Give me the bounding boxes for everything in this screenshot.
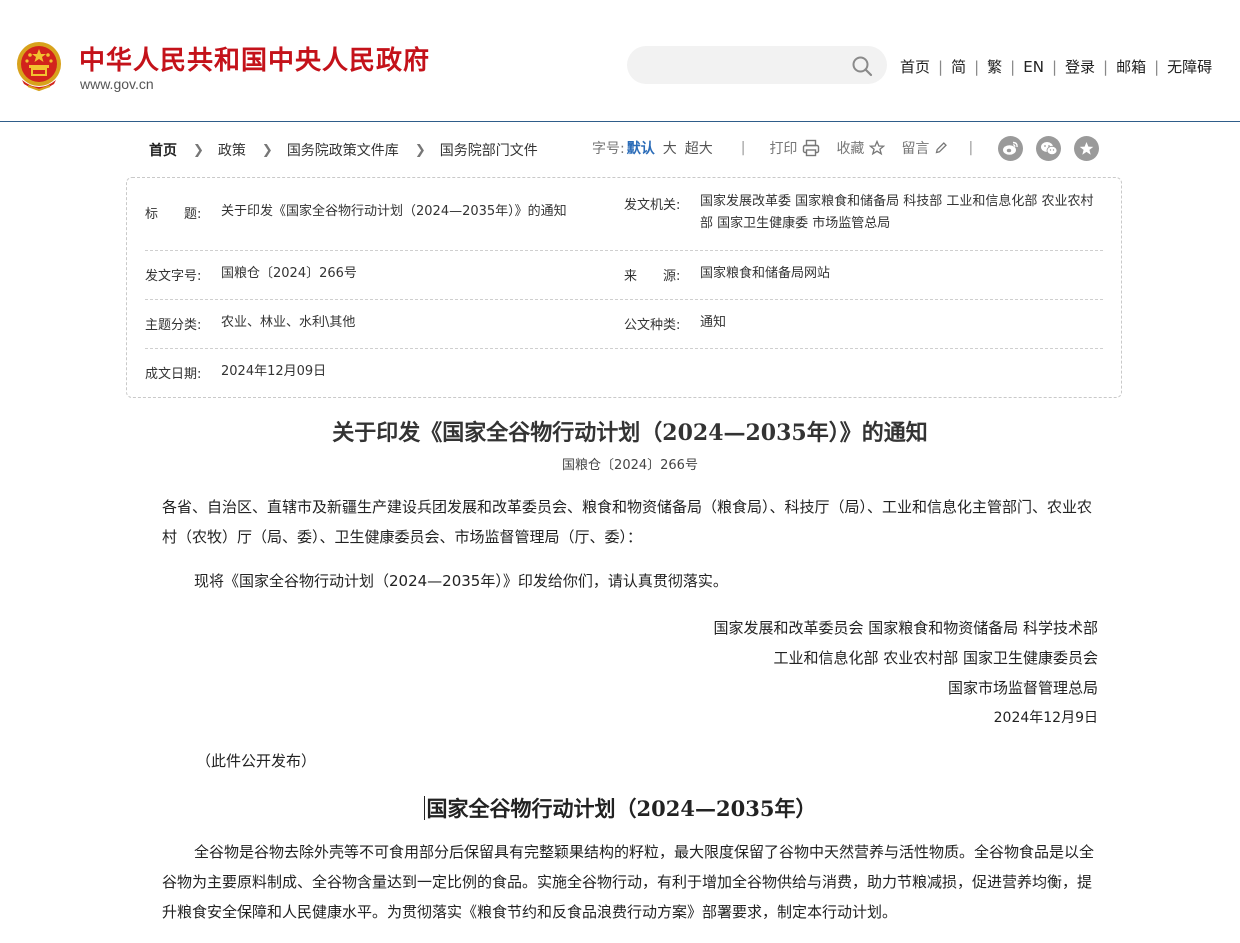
nav-separator: |	[938, 57, 944, 76]
wechat-glyph-icon	[1040, 142, 1057, 156]
nav-separator: |	[1154, 57, 1160, 76]
nav-separator: |	[974, 57, 980, 76]
nav-traditional[interactable]: 繁	[987, 56, 1002, 77]
article-addressee: 各省、自治区、直辖市及新疆生产建设兵团发展和改革委员会、粮食和物资储备局（粮食局…	[162, 498, 1093, 546]
nav-separator: |	[1103, 57, 1109, 76]
info-date: 成文日期: 2024年12月09日	[145, 363, 326, 382]
search-icon[interactable]	[851, 55, 873, 77]
plan-intro: 全谷物是谷物去除外壳等不可食用部分后保留具有完整颖果结构的籽粒，最大限度保留了谷…	[162, 843, 1095, 921]
info-topic-value: 农业、林业、水利\其他	[221, 315, 356, 330]
site-title[interactable]: 中华人民共和国中央人民政府	[79, 40, 430, 77]
search-box[interactable]	[627, 46, 887, 84]
info-row: 发文字号: 国粮仓〔2024〕266号 来 源: 国家粮食和储备局网站	[145, 251, 1103, 300]
info-topic-label: 主题分类:	[145, 318, 202, 333]
site-header: 中华人民共和国中央人民政府 www.gov.cn 首页 | 简 | 繁 | EN…	[0, 0, 1240, 122]
nav-accessibility[interactable]: 无障碍	[1167, 56, 1212, 77]
plan-title-text: 国家全谷物行动计划（2024—2035年）	[426, 796, 817, 821]
breadcrumb-department-docs[interactable]: 国务院部门文件	[440, 140, 538, 160]
chevron-right-icon: ❯	[193, 142, 204, 158]
tools-divider: |	[968, 140, 974, 156]
info-issuer: 发文机关: 国家发展改革委 国家粮食和储备局 科技部 工业和信息化部 农业农村部…	[624, 191, 1104, 235]
breadcrumb-policy-library[interactable]: 国务院政策文件库	[287, 140, 399, 160]
info-title-value: 关于印发《国家全谷物行动计划（2024—2035年）》的通知	[221, 204, 567, 219]
favorite-label: 收藏	[836, 141, 865, 157]
info-issuer-label: 发文机关:	[624, 198, 681, 213]
sign-date: 2024年12月9日	[993, 710, 1098, 726]
chevron-right-icon: ❯	[261, 142, 273, 158]
star-glyph-icon	[1079, 141, 1094, 155]
nav-separator: |	[1010, 57, 1016, 76]
search-input[interactable]	[641, 54, 841, 76]
favorite-button[interactable]: 收藏	[836, 138, 886, 158]
star-share-icon[interactable]	[1074, 136, 1099, 161]
print-label: 打印	[769, 141, 798, 157]
tools-divider: |	[740, 140, 746, 156]
info-source: 来 源: 国家粮食和储备局网站	[624, 265, 830, 284]
info-issuer-value: 国家发展改革委 国家粮食和储备局 科技部 工业和信息化部 农业农村部 国家卫生健…	[700, 194, 1094, 231]
breadcrumb-home[interactable]: 首页	[149, 140, 177, 160]
info-type-value: 通知	[700, 315, 727, 330]
signer-line: 工业和信息化部 农业农村部 国家卫生健康委员会	[773, 649, 1098, 667]
breadcrumb-policy[interactable]: 政策	[218, 140, 246, 160]
nav-home[interactable]: 首页	[900, 56, 930, 77]
info-title-label: 标 题:	[145, 207, 202, 222]
national-emblem-icon[interactable]	[14, 40, 64, 92]
info-row: 成文日期: 2024年12月09日	[145, 349, 1103, 397]
plan-title: 国家全谷物行动计划（2024—2035年）	[0, 793, 1240, 823]
top-nav: 首页 | 简 | 繁 | EN | 登录 | 邮箱 | 无障碍	[900, 56, 1212, 77]
article-title: 关于印发《国家全谷物行动计划（2024—2035年）》的通知	[332, 420, 928, 446]
wechat-icon[interactable]	[1036, 136, 1061, 161]
nav-separator: |	[1051, 57, 1057, 76]
font-size-large[interactable]: 大	[663, 138, 677, 158]
info-row: 主题分类: 农业、林业、水利\其他 公文种类: 通知	[145, 300, 1103, 349]
info-type: 公文种类: 通知	[624, 314, 726, 333]
font-size-xlarge[interactable]: 超大	[685, 138, 713, 158]
weibo-glyph-icon	[1003, 141, 1018, 155]
article-doc-number: 国粮仓〔2024〕266号	[562, 458, 698, 473]
text-caret	[423, 796, 425, 820]
info-docno-label: 发文字号:	[145, 269, 202, 284]
info-row: 标 题: 关于印发《国家全谷物行动计划（2024—2035年）》的通知 发文机关…	[145, 178, 1103, 251]
info-type-label: 公文种类:	[624, 318, 681, 333]
comment-label: 留言	[901, 141, 930, 157]
weibo-icon[interactable]	[998, 136, 1023, 161]
signer-line: 国家发展和改革委员会 国家粮食和物资储备局 科学技术部	[713, 619, 1098, 637]
printer-icon	[803, 139, 820, 157]
info-source-value: 国家粮食和储备局网站	[700, 266, 831, 281]
publish-note: （此件公开发布）	[196, 752, 317, 770]
breadcrumb: 首页 ❯ 政策 ❯ 国务院政策文件库 ❯ 国务院部门文件	[149, 140, 538, 160]
info-docno-value: 国粮仓〔2024〕266号	[221, 266, 357, 281]
info-docno: 发文字号: 国粮仓〔2024〕266号	[145, 265, 357, 284]
info-topic: 主题分类: 农业、林业、水利\其他	[145, 314, 355, 333]
site-url[interactable]: www.gov.cn	[80, 76, 154, 92]
info-date-label: 成文日期:	[145, 367, 202, 382]
chevron-right-icon: ❯	[414, 142, 426, 158]
comment-button[interactable]: 留言	[901, 138, 948, 158]
signer-line: 国家市场监督管理总局	[947, 679, 1098, 697]
font-size-default[interactable]: 默认	[627, 138, 655, 158]
pencil-icon	[936, 142, 948, 154]
info-source-label: 来 源:	[624, 269, 681, 284]
article-tools: 字号: 默认 大 超大 | 打印 收藏 留言 |	[592, 138, 973, 158]
star-icon	[869, 140, 886, 156]
font-size-label: 字号:	[592, 141, 625, 157]
info-title: 标 题: 关于印发《国家全谷物行动计划（2024—2035年）》的通知	[145, 203, 567, 222]
nav-mailbox[interactable]: 邮箱	[1116, 56, 1146, 77]
nav-login[interactable]: 登录	[1065, 56, 1095, 77]
nav-simplified[interactable]: 简	[951, 56, 966, 77]
info-date-value: 2024年12月09日	[221, 364, 327, 379]
article-body: 现将《国家全谷物行动计划（2024—2035年）》印发给你们，请认真贯彻落实。	[194, 572, 728, 590]
nav-english[interactable]: EN	[1023, 58, 1044, 76]
document-info-table: 标 题: 关于印发《国家全谷物行动计划（2024—2035年）》的通知 发文机关…	[126, 177, 1122, 398]
print-button[interactable]: 打印	[769, 138, 820, 158]
